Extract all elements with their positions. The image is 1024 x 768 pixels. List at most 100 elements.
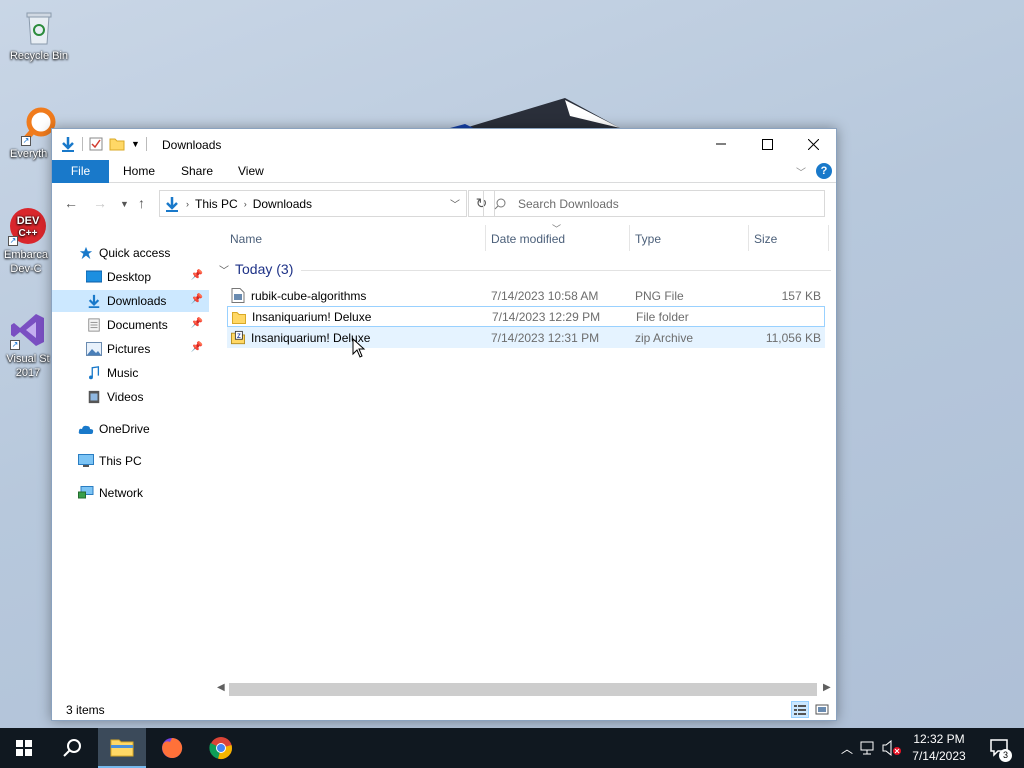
nav-network[interactable]: Network bbox=[52, 482, 209, 504]
expand-ribbon-icon[interactable]: ﹀ bbox=[796, 164, 806, 179]
back-button[interactable]: ← bbox=[64, 195, 78, 211]
pin-icon[interactable]: 📌 bbox=[191, 342, 203, 353]
taskbar-file-explorer[interactable] bbox=[98, 728, 146, 768]
documents-icon bbox=[88, 318, 100, 332]
breadcrumb-arrow-icon[interactable]: › bbox=[186, 199, 189, 209]
nav-quick-access[interactable]: Quick access bbox=[52, 242, 209, 264]
search-input[interactable] bbox=[516, 195, 816, 212]
details-view-icon bbox=[794, 705, 806, 715]
column-header-type[interactable]: Type bbox=[635, 232, 661, 246]
toolbar-separator bbox=[82, 137, 83, 151]
column-divider[interactable] bbox=[748, 225, 749, 251]
nav-onedrive[interactable]: OneDrive bbox=[52, 418, 209, 440]
clock-date: 7/14/2023 bbox=[912, 749, 966, 763]
new-folder-icon[interactable] bbox=[109, 137, 125, 151]
taskbar-firefox[interactable] bbox=[148, 728, 196, 768]
column-divider[interactable] bbox=[828, 225, 829, 251]
download-arrow-icon bbox=[62, 137, 74, 152]
navigation-bar: ← → ▼ ↑ › This PC › Downloads ﹀ ↻ bbox=[52, 183, 836, 223]
address-dropdown-icon[interactable]: ﹀ bbox=[450, 196, 460, 211]
nav-label: Pictures bbox=[107, 342, 151, 356]
tab-share[interactable]: Share bbox=[167, 160, 227, 183]
nav-this-pc[interactable]: This PC bbox=[52, 450, 209, 472]
address-bar[interactable]: › This PC › Downloads ﹀ bbox=[159, 190, 467, 217]
show-hidden-icons-icon[interactable]: ︿ bbox=[838, 740, 856, 757]
column-header-name[interactable]: Name bbox=[230, 232, 262, 246]
nav-label: Videos bbox=[107, 390, 144, 404]
windows-logo-icon bbox=[16, 740, 32, 756]
large-icons-view-button[interactable] bbox=[813, 701, 831, 718]
file-name: rubik-cube-algorithms bbox=[251, 288, 367, 303]
column-divider[interactable] bbox=[485, 225, 486, 251]
pin-icon[interactable]: 📌 bbox=[191, 270, 203, 281]
nav-documents[interactable]: Documents 📌 bbox=[52, 314, 209, 336]
firefox-icon bbox=[162, 737, 183, 758]
breadcrumb-this-pc[interactable]: This PC bbox=[195, 197, 238, 211]
devcpp-icon: DEV C++ ↗ bbox=[6, 206, 46, 246]
properties-icon[interactable] bbox=[89, 137, 103, 151]
status-bar: 3 items bbox=[52, 699, 836, 721]
collapse-group-icon[interactable]: ﹀ bbox=[219, 262, 229, 277]
network-status-icon[interactable] bbox=[860, 740, 878, 756]
up-button[interactable]: ↑ bbox=[138, 195, 145, 211]
tab-home[interactable]: Home bbox=[109, 160, 169, 183]
desktop-icon-recycle-bin[interactable]: Recycle Bin bbox=[2, 8, 76, 62]
taskbar-search-button[interactable] bbox=[48, 728, 96, 768]
recycle-bin-icon bbox=[19, 8, 59, 48]
nav-desktop[interactable]: Desktop 📌 bbox=[52, 266, 209, 288]
title-bar[interactable]: ▼ Downloads bbox=[52, 129, 836, 160]
sort-indicator-icon: ﹀ bbox=[552, 224, 562, 234]
chrome-icon bbox=[209, 737, 232, 759]
nav-label: Desktop bbox=[107, 270, 152, 284]
search-icon bbox=[494, 198, 506, 209]
file-date: 7/14/2023 12:29 PM bbox=[492, 309, 601, 324]
network-icon bbox=[78, 486, 94, 499]
close-button[interactable] bbox=[790, 129, 836, 159]
nav-label: Documents bbox=[107, 318, 168, 332]
taskbar-clock[interactable]: 12:32 PM 7/14/2023 bbox=[898, 731, 980, 765]
minimize-button[interactable] bbox=[698, 129, 744, 159]
details-view-button[interactable] bbox=[791, 701, 809, 718]
quick-access-toolbar: ▼ bbox=[60, 136, 147, 152]
scrollbar-thumb[interactable] bbox=[229, 683, 817, 696]
taskbar-chrome[interactable] bbox=[197, 728, 245, 768]
tab-view[interactable]: View bbox=[224, 160, 278, 183]
desktop-icon-devcpp[interactable]: DEV C++ ↗ Embarca Dev-C bbox=[0, 206, 52, 276]
pin-icon[interactable]: 📌 bbox=[191, 318, 203, 329]
zip-file-icon: Z bbox=[231, 330, 245, 345]
forward-button[interactable]: → bbox=[93, 195, 107, 211]
file-row[interactable]: Insaniquarium! Deluxe 7/14/2023 12:29 PM… bbox=[227, 306, 825, 327]
nav-videos[interactable]: Videos bbox=[52, 386, 209, 408]
file-row[interactable]: Z Insaniquarium! Deluxe 7/14/2023 12:31 … bbox=[227, 327, 825, 348]
start-button[interactable] bbox=[0, 728, 48, 768]
help-icon[interactable]: ? bbox=[816, 163, 832, 179]
nav-pictures[interactable]: Pictures 📌 bbox=[52, 338, 209, 360]
nav-downloads[interactable]: Downloads 📌 bbox=[52, 290, 209, 312]
desktop-icon-label: Visual St 2017 bbox=[6, 353, 50, 379]
music-icon bbox=[89, 366, 100, 380]
desktop-icon-visual-studio[interactable]: ↗ Visual St 2017 bbox=[2, 310, 54, 380]
breadcrumb-arrow-icon[interactable]: › bbox=[244, 199, 247, 209]
file-row[interactable]: rubik-cube-algorithms 7/14/2023 10:58 AM… bbox=[227, 285, 825, 306]
action-center-button[interactable]: 3 bbox=[976, 728, 1024, 768]
file-type: zip Archive bbox=[635, 330, 694, 345]
breadcrumb-downloads[interactable]: Downloads bbox=[253, 197, 312, 211]
scroll-right-icon[interactable]: ▶ bbox=[823, 682, 831, 693]
file-explorer-window[interactable]: ▼ Downloads File Home Share View ﹀ ? ← →… bbox=[51, 128, 837, 721]
recent-locations-button[interactable]: ▼ bbox=[120, 199, 129, 209]
search-box[interactable] bbox=[483, 190, 825, 217]
maximize-button[interactable] bbox=[744, 129, 790, 159]
folder-icon bbox=[232, 312, 246, 324]
column-header-size[interactable]: Size bbox=[754, 232, 777, 246]
tab-file[interactable]: File bbox=[52, 160, 109, 183]
horizontal-scrollbar[interactable]: ◀ ▶ bbox=[215, 681, 835, 698]
nav-music[interactable]: Music bbox=[52, 362, 209, 384]
pin-icon[interactable]: 📌 bbox=[191, 294, 203, 305]
customize-toolbar-icon[interactable]: ▼ bbox=[131, 139, 140, 149]
ribbon: File Home Share View ﹀ ? bbox=[52, 160, 836, 183]
column-divider[interactable] bbox=[629, 225, 630, 251]
group-header-today[interactable]: ﹀ Today (3) bbox=[219, 261, 831, 277]
system-tray: ︿ bbox=[838, 728, 902, 768]
scroll-left-icon[interactable]: ◀ bbox=[217, 682, 225, 693]
file-type: File folder bbox=[636, 309, 689, 324]
